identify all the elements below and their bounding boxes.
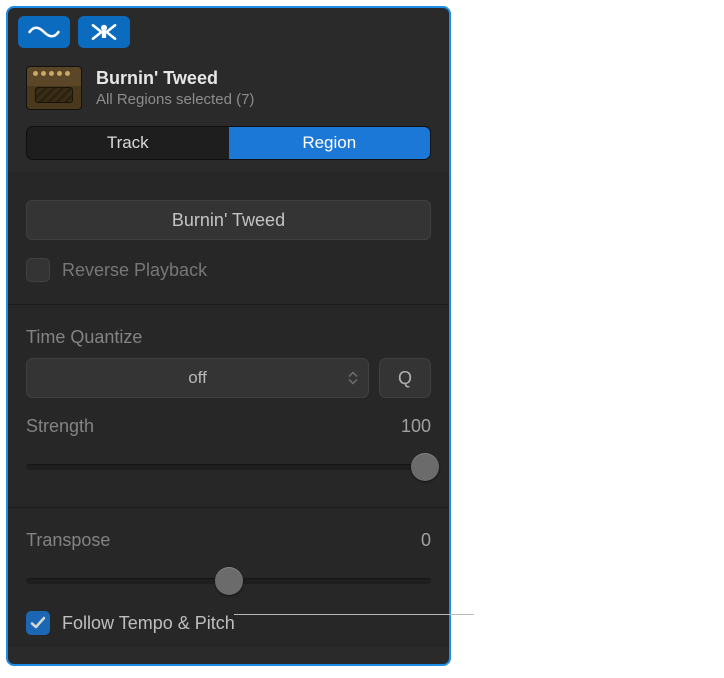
selection-subtitle: All Regions selected (7): [96, 91, 254, 108]
track-region-segmented[interactable]: Track Region: [26, 126, 431, 160]
track-title: Burnin' Tweed: [96, 68, 254, 89]
tab-region[interactable]: Region: [229, 127, 431, 159]
time-quantize-value: off: [188, 368, 207, 388]
quantize-button[interactable]: Q: [379, 358, 431, 398]
header: Burnin' Tweed All Regions selected (7): [8, 54, 449, 120]
reverse-playback-label: Reverse Playback: [62, 260, 207, 281]
tab-track[interactable]: Track: [27, 127, 229, 159]
merge-button[interactable]: [78, 16, 130, 48]
strength-slider[interactable]: [26, 453, 431, 481]
track-thumbnail: [26, 66, 82, 110]
merge-icon: [87, 21, 121, 43]
transpose-slider[interactable]: [26, 567, 431, 595]
reverse-playback-checkbox[interactable]: [26, 258, 50, 282]
time-quantize-popup[interactable]: off: [26, 358, 369, 398]
check-icon: [30, 615, 46, 631]
inspector-panel: Burnin' Tweed All Regions selected (7) T…: [6, 6, 451, 666]
updown-icon: [348, 372, 358, 385]
link-icon: [27, 21, 61, 43]
transpose-value[interactable]: 0: [421, 530, 431, 551]
strength-label: Strength: [26, 416, 94, 437]
follow-tempo-pitch-label: Follow Tempo & Pitch: [62, 613, 235, 634]
top-toolbar: [8, 8, 449, 54]
strength-value[interactable]: 100: [401, 416, 431, 437]
transpose-label: Transpose: [26, 530, 110, 551]
region-name-field[interactable]: Burnin' Tweed: [26, 200, 431, 240]
time-quantize-title: Time Quantize: [8, 305, 449, 358]
follow-tempo-pitch-checkbox[interactable]: [26, 611, 50, 635]
link-button[interactable]: [18, 16, 70, 48]
